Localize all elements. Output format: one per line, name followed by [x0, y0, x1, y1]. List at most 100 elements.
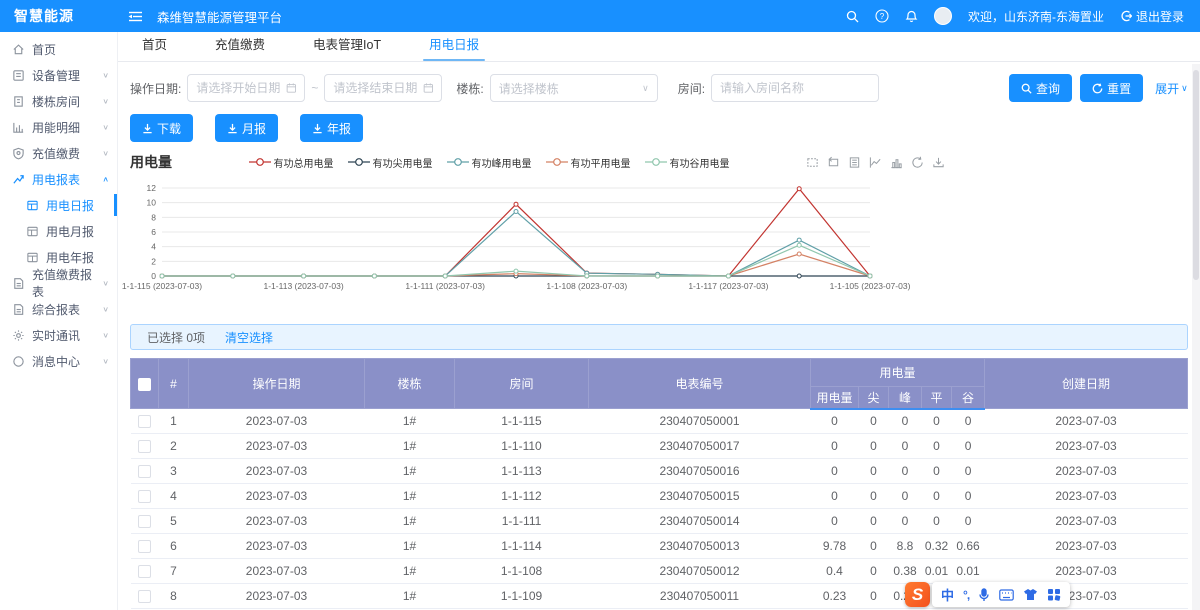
row-checkbox[interactable] — [138, 415, 151, 428]
sidebar-item-label: 楼栋房间 — [32, 93, 80, 110]
row-checkbox[interactable] — [138, 590, 151, 603]
cell-peak: 0.38 — [889, 559, 922, 584]
download-button[interactable]: 下载 — [130, 114, 193, 142]
chevron-down-icon: ∨ — [1181, 83, 1188, 94]
row-checkbox[interactable] — [138, 440, 151, 453]
row-checkbox[interactable] — [138, 565, 151, 578]
cell-usage: 0.4 — [811, 559, 859, 584]
cell-index: 6 — [159, 534, 189, 559]
sidebar-item-electricity-monthly-report[interactable]: 用电月报 — [0, 218, 117, 244]
download-icon — [142, 123, 153, 134]
cell-operation-date: 2023-07-03 — [189, 559, 365, 584]
chart-toolbox — [806, 156, 945, 169]
col-created-date: 创建日期 — [985, 359, 1188, 409]
svg-text:2: 2 — [151, 256, 156, 266]
table-row[interactable]: 22023-07-031#1-1-11023040705001700000202… — [131, 434, 1188, 459]
scrollbar-thumb[interactable] — [1193, 70, 1199, 280]
legend-item[interactable]: 有功平用电量 — [546, 155, 631, 170]
help-icon[interactable]: ? — [875, 9, 889, 23]
ime-skin-shirt-icon[interactable] — [1023, 588, 1038, 601]
cell-sharp: 0 — [859, 559, 889, 584]
tab-home[interactable]: 首页 — [140, 32, 169, 61]
ime-toolbox-grid-icon[interactable] — [1047, 588, 1061, 601]
tab-electricity-daily-report[interactable]: 用电日报 — [427, 32, 481, 61]
refresh-icon — [1092, 83, 1103, 94]
data-zoom-icon[interactable] — [806, 156, 819, 169]
tab-meter-iot[interactable]: 电表管理IoT — [311, 32, 383, 61]
row-checkbox[interactable] — [138, 465, 151, 478]
table-row[interactable]: 32023-07-031#1-1-11323040705001600000202… — [131, 459, 1188, 484]
table-row[interactable]: 42023-07-031#1-1-11223040705001500000202… — [131, 484, 1188, 509]
user-avatar[interactable] — [934, 7, 952, 25]
cell-valley: 0 — [952, 484, 985, 509]
sidebar-item-electricity-reports[interactable]: 用电报表 ∧ — [0, 166, 117, 192]
legend-item[interactable]: 有功谷用电量 — [645, 155, 730, 170]
sogou-logo-icon[interactable]: S — [905, 582, 930, 607]
notification-bell-icon[interactable] — [905, 9, 918, 23]
gear-icon — [12, 329, 25, 342]
building-select[interactable]: 请选择楼栋 ∨ — [490, 74, 658, 102]
room-input[interactable] — [711, 74, 879, 102]
legend-item[interactable]: 有功峰用电量 — [447, 155, 532, 170]
data-view-icon[interactable] — [848, 156, 861, 169]
yearly-report-button[interactable]: 年报 — [300, 114, 363, 142]
sidebar-item-comprehensive-report[interactable]: 综合报表 ∨ — [0, 296, 117, 322]
expand-filters-link[interactable]: 展开 ∨ — [1155, 80, 1188, 97]
monthly-report-button[interactable]: 月报 — [215, 114, 278, 142]
table-row[interactable]: 72023-07-031#1-1-1082304070500120.400.38… — [131, 559, 1188, 584]
cell-building: 1# — [365, 409, 455, 434]
ime-chinese-mode-icon[interactable]: 中 — [941, 585, 954, 604]
zoom-reset-icon[interactable] — [827, 156, 840, 169]
restore-icon[interactable] — [911, 156, 924, 169]
search-button[interactable]: 查询 — [1009, 74, 1072, 102]
sidebar-item-recharge-report[interactable]: 充值缴费报表 ∨ — [0, 270, 117, 296]
row-checkbox[interactable] — [138, 540, 151, 553]
end-date-input[interactable] — [324, 74, 442, 102]
cell-meter-number: 230407050011 — [589, 584, 811, 609]
chevron-down-icon: ∨ — [102, 149, 109, 158]
col-usage: 用电量 — [811, 387, 859, 409]
chevron-down-icon: ∨ — [642, 83, 649, 94]
row-checkbox[interactable] — [138, 490, 151, 503]
ime-punctuation-icon[interactable]: °, — [963, 588, 969, 602]
ime-keyboard-icon[interactable] — [999, 589, 1014, 601]
sidebar-item-building-rooms[interactable]: 楼栋房间 ∨ — [0, 88, 117, 114]
reset-button[interactable]: 重置 — [1080, 74, 1143, 102]
sidebar-item-message-center[interactable]: 消息中心 ∨ — [0, 348, 117, 374]
selection-info-bar: 已选择 0项 清空选择 — [130, 324, 1188, 350]
cell-index: 4 — [159, 484, 189, 509]
sidebar-item-energy-detail[interactable]: 用能明细 ∨ — [0, 114, 117, 140]
cell-sharp: 0 — [859, 459, 889, 484]
bar-chart-type-icon[interactable] — [890, 156, 903, 169]
search-icon[interactable] — [846, 10, 859, 23]
col-room: 房间 — [455, 359, 589, 409]
cell-valley: 0 — [952, 459, 985, 484]
sidebar-item-electricity-daily-report[interactable]: 用电日报 — [0, 192, 117, 218]
start-date-input[interactable] — [187, 74, 305, 102]
ime-microphone-icon[interactable] — [978, 588, 990, 602]
table-row[interactable]: 12023-07-031#1-1-11523040705000100000202… — [131, 409, 1188, 434]
menu-collapse-icon[interactable] — [128, 10, 143, 23]
svg-text:1-1-111 (2023-07-03): 1-1-111 (2023-07-03) — [405, 281, 485, 291]
cell-peak: 0 — [889, 484, 922, 509]
table-row[interactable]: 52023-07-031#1-1-11123040705001400000202… — [131, 509, 1188, 534]
sidebar-item-realtime-communication[interactable]: 实时通讯 ∨ — [0, 322, 117, 348]
sidebar-item-label: 首页 — [32, 41, 56, 58]
table-row[interactable]: 62023-07-031#1-1-1142304070500139.7808.8… — [131, 534, 1188, 559]
select-all-checkbox[interactable] — [138, 378, 151, 391]
legend-marker-icon — [348, 157, 370, 167]
vertical-scrollbar[interactable] — [1192, 64, 1200, 610]
sidebar-item-home[interactable]: 首页 — [0, 36, 117, 62]
save-image-icon[interactable] — [932, 156, 945, 169]
sidebar-item-device-management[interactable]: 设备管理 ∨ — [0, 62, 117, 88]
legend-item[interactable]: 有功总用电量 — [249, 155, 334, 170]
clear-selection-link[interactable]: 清空选择 — [225, 329, 273, 346]
legend-item[interactable]: 有功尖用电量 — [348, 155, 433, 170]
row-checkbox[interactable] — [138, 515, 151, 528]
tab-recharge[interactable]: 充值缴费 — [213, 32, 267, 61]
line-chart-type-icon[interactable] — [869, 156, 882, 169]
sidebar-item-recharge-payment[interactable]: 充值缴费 ∨ — [0, 140, 117, 166]
logout-button[interactable]: 退出登录 — [1120, 8, 1184, 25]
cell-flat: 0 — [922, 459, 952, 484]
trend-line-icon — [12, 173, 25, 186]
